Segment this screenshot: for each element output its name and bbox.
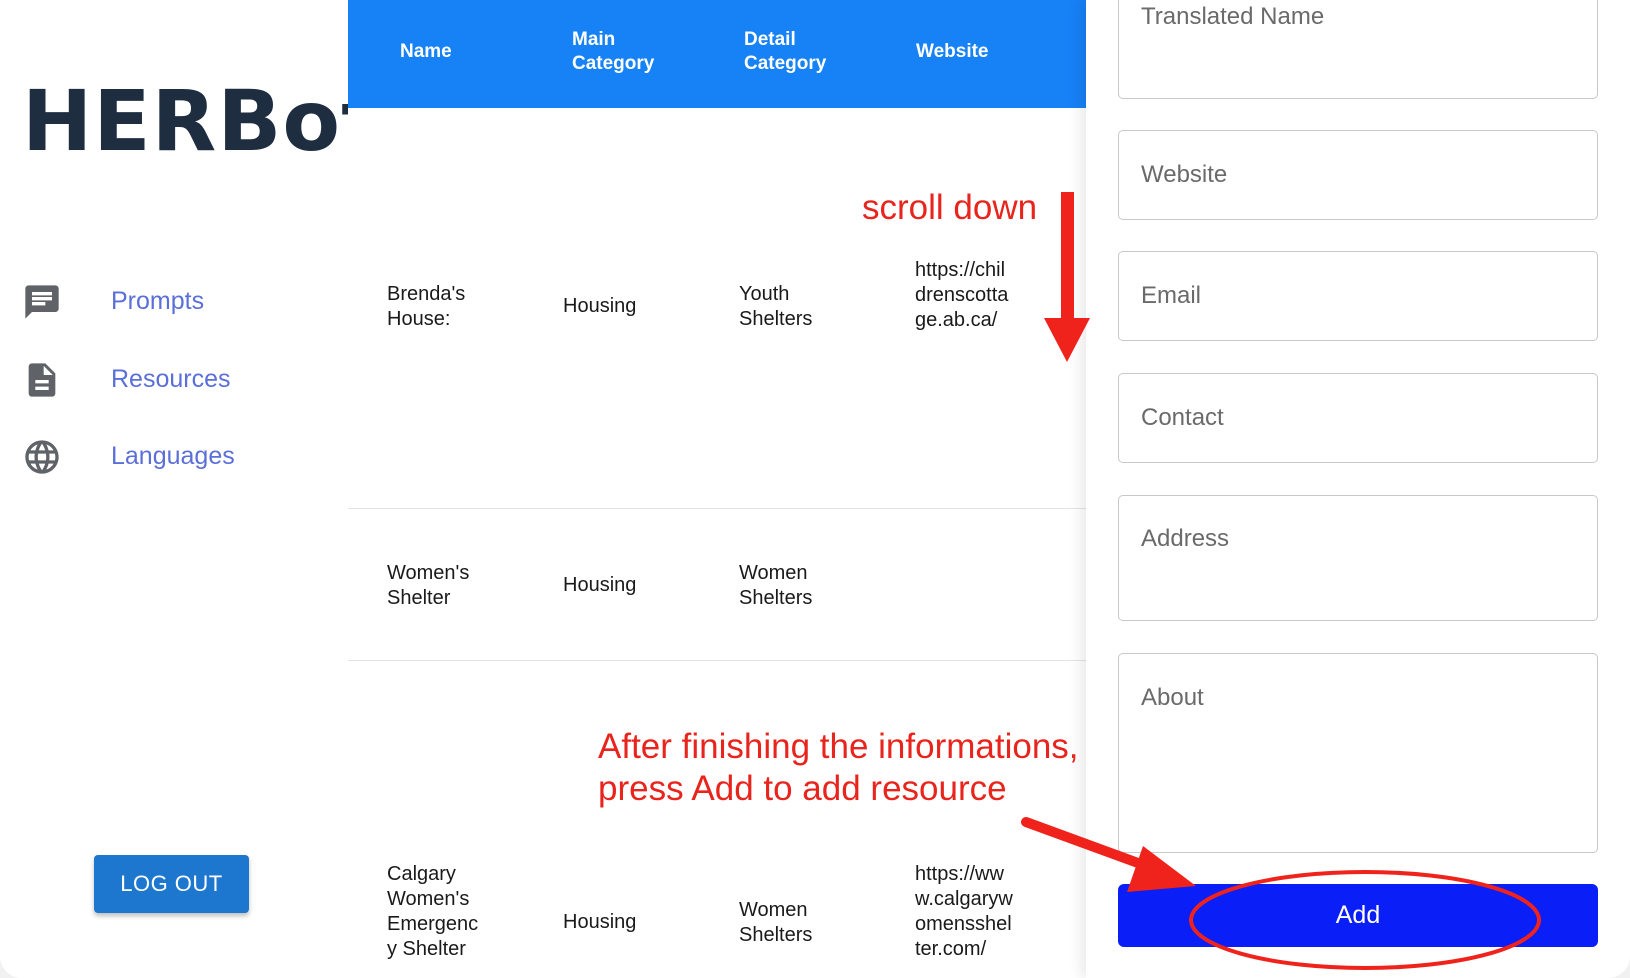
address-field[interactable]: Address bbox=[1118, 495, 1598, 621]
add-button[interactable]: Add bbox=[1118, 884, 1598, 947]
sidebar-item-resources[interactable]: Resources bbox=[0, 352, 348, 408]
globe-icon bbox=[22, 437, 62, 477]
column-header-main-category[interactable]: Main Category bbox=[572, 28, 672, 76]
sidebar-item-label: Resources bbox=[111, 365, 231, 393]
about-field[interactable]: About bbox=[1118, 653, 1598, 853]
add-instruction-annotation: After finishing the informations, press … bbox=[598, 726, 1079, 810]
field-placeholder: Contact bbox=[1141, 404, 1224, 431]
cell-name: Calgary Women's Emergency Shelter bbox=[387, 863, 479, 960]
app-logo: HERBot bbox=[22, 72, 383, 170]
annotation-line: press Add to add resource bbox=[598, 769, 1007, 808]
cell-main-category: Housing bbox=[563, 295, 637, 317]
table-row[interactable]: Calgary Women's Emergency Shelter Housin… bbox=[348, 661, 1086, 978]
table-row[interactable]: Women's Shelter Housing Women Shelters bbox=[348, 509, 1086, 661]
table-row[interactable]: Brenda's House: Housing Youth Shelters h… bbox=[348, 108, 1086, 509]
cell-detail-category: Women Shelters bbox=[739, 899, 813, 946]
add-resource-panel: Translated Name Website Email Contact Ad… bbox=[1086, 0, 1630, 978]
translated-name-field[interactable]: Translated Name bbox=[1118, 0, 1598, 99]
cell-detail-category: Women Shelters bbox=[739, 562, 813, 609]
cell-detail-category: Youth Shelters bbox=[739, 283, 813, 330]
app-window: HERBot Prompts Resources Languages LOG O… bbox=[0, 0, 1630, 978]
logout-button[interactable]: LOG OUT bbox=[94, 855, 249, 913]
field-placeholder: About bbox=[1141, 684, 1204, 711]
annotation-line: After finishing the informations, bbox=[598, 727, 1079, 766]
resources-table: Name Main Category Detail Category Websi… bbox=[348, 0, 1086, 978]
cell-main-category: Housing bbox=[563, 911, 637, 933]
cell-website[interactable]: https://www.calgarywomensshelter.com/ bbox=[915, 862, 1015, 962]
sidebar-item-label: Languages bbox=[111, 442, 235, 470]
sidebar-item-label: Prompts bbox=[111, 287, 205, 315]
cell-website[interactable]: https://childrenscottage.ab.ca/ bbox=[915, 258, 1015, 333]
field-placeholder: Address bbox=[1141, 525, 1230, 552]
field-placeholder: Website bbox=[1141, 161, 1228, 188]
cell-main-category: Housing bbox=[563, 574, 637, 596]
column-header-detail-category[interactable]: Detail Category bbox=[744, 28, 844, 76]
column-header-name[interactable]: Name bbox=[400, 40, 452, 64]
website-field[interactable]: Website bbox=[1118, 130, 1598, 220]
table-header: Name Main Category Detail Category Websi… bbox=[348, 0, 1086, 108]
sidebar: HERBot Prompts Resources Languages LOG O… bbox=[0, 0, 381, 978]
cell-name: Brenda's House: bbox=[387, 283, 466, 330]
contact-field[interactable]: Contact bbox=[1118, 373, 1598, 463]
sidebar-item-prompts[interactable]: Prompts bbox=[0, 274, 348, 330]
scroll-down-annotation: scroll down bbox=[862, 188, 1038, 227]
email-field[interactable]: Email bbox=[1118, 251, 1598, 341]
field-placeholder: Translated Name bbox=[1141, 3, 1325, 30]
document-icon bbox=[22, 360, 62, 400]
cell-name: Women's Shelter bbox=[387, 562, 470, 609]
field-placeholder: Email bbox=[1141, 282, 1202, 309]
column-header-website[interactable]: Website bbox=[916, 40, 989, 64]
sidebar-item-languages[interactable]: Languages bbox=[0, 429, 348, 485]
chat-bubble-icon bbox=[22, 282, 62, 322]
